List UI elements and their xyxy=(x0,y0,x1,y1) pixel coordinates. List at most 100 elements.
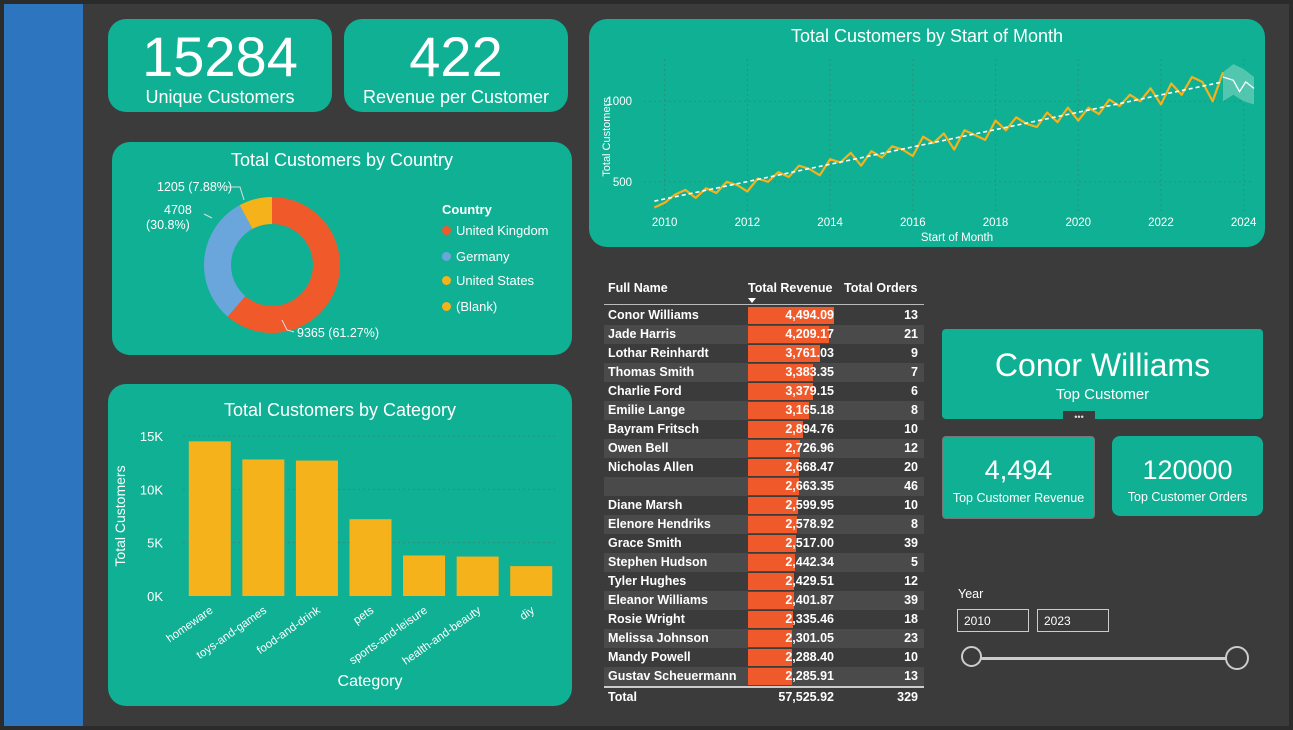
table-row[interactable]: Thomas Smith 3,383.35 7 xyxy=(604,363,924,382)
cell-total-orders: 23 xyxy=(904,631,918,645)
donut-label-uk: 9365 (61.27%) xyxy=(297,326,379,340)
more-options-button[interactable]: ••• xyxy=(1063,411,1095,424)
revenue-value: 2,335.46 xyxy=(785,612,834,626)
revenue-value: 3,761.03 xyxy=(785,346,834,360)
y-tick-label: 10K xyxy=(140,482,163,497)
table-row[interactable]: Emilie Lange 3,165.18 8 xyxy=(604,401,924,420)
table-row[interactable]: Elenore Hendriks 2,578.92 8 xyxy=(604,515,924,534)
slicer-to-input[interactable]: 2023 xyxy=(1037,609,1109,632)
y-tick-label: 15K xyxy=(140,429,163,444)
top-orders-card[interactable]: 120000 Top Customer Orders xyxy=(1112,436,1263,516)
slider-track[interactable] xyxy=(972,657,1238,660)
table-row[interactable]: Owen Bell 2,726.96 12 xyxy=(604,439,924,458)
legend-item-uk[interactable]: United Kingdom xyxy=(442,223,549,238)
legend-dot xyxy=(442,302,451,311)
table-row[interactable]: Tyler Hughes 2,429.51 12 xyxy=(604,572,924,591)
sort-desc-icon[interactable] xyxy=(748,298,756,303)
total-label: Total xyxy=(608,690,637,704)
bar-homeware[interactable] xyxy=(188,441,231,596)
month-chart-card[interactable]: Total Customers by Start of Month Total … xyxy=(589,19,1265,247)
cell-full-name: Owen Bell xyxy=(608,441,669,455)
revenue-value: 2,301.05 xyxy=(785,631,834,645)
slicer-from-input[interactable]: 2010 xyxy=(957,609,1029,632)
x-tick-label: diy xyxy=(518,604,537,622)
table-row[interactable]: Stephen Hudson 2,442.34 5 xyxy=(604,553,924,572)
table-row[interactable]: Lothar Reinhardt 3,761.03 9 xyxy=(604,344,924,363)
table-row[interactable]: Jade Harris 4,209.17 21 xyxy=(604,325,924,344)
cell-total-orders: 46 xyxy=(904,479,918,493)
bar-health-and-beauty[interactable] xyxy=(456,556,499,596)
slider-handle-start[interactable] xyxy=(961,646,982,667)
total-revenue: 57,525.92 xyxy=(748,689,834,706)
cell-full-name: Jade Harris xyxy=(608,327,677,341)
cell-total-orders: 18 xyxy=(904,612,918,626)
cell-full-name: Stephen Hudson xyxy=(608,555,708,569)
kpi-revenue-per-customer[interactable]: 422 Revenue per Customer xyxy=(344,19,568,112)
report-canvas: 15284 Unique Customers 422 Revenue per C… xyxy=(4,4,1289,726)
total-revenue-value: 57,525.92 xyxy=(778,690,834,704)
table-row[interactable]: Nicholas Allen 2,668.47 20 xyxy=(604,458,924,477)
top-customer-card[interactable]: Conor Williams Top Customer xyxy=(942,329,1263,419)
bar-diy[interactable] xyxy=(510,566,553,596)
x-axis-title: Category xyxy=(338,673,403,690)
cell-total-orders: 10 xyxy=(904,650,918,664)
bar-toys-and-games[interactable] xyxy=(242,459,285,596)
year-slicer[interactable]: Year 2010 2023 xyxy=(954,587,1254,677)
cell-total-orders: 10 xyxy=(904,498,918,512)
cell-total-orders: 8 xyxy=(911,517,918,531)
x-tick-label: 2012 xyxy=(735,217,761,229)
table-row[interactable]: Conor Williams 4,494.09 13 xyxy=(604,306,924,325)
country-chart-card[interactable]: Total Customers by Country 1205 (7.88%) … xyxy=(112,142,572,355)
table-row[interactable]: 2,663.35 46 xyxy=(604,477,924,496)
table-row[interactable]: Mandy Powell 2,288.40 10 xyxy=(604,648,924,667)
header-full-name[interactable]: Full Name xyxy=(608,281,668,295)
x-axis-title: Start of Month xyxy=(921,232,993,244)
legend-label: (Blank) xyxy=(456,299,498,314)
legend-item-us[interactable]: United States xyxy=(442,273,534,288)
cell-total-orders: 12 xyxy=(904,574,918,588)
cell-total-revenue: 3,761.03 xyxy=(748,345,834,362)
revenue-value: 2,517.00 xyxy=(785,536,834,550)
header-total-revenue[interactable]: Total Revenue xyxy=(748,281,833,295)
legend-dot xyxy=(442,276,451,285)
top-revenue-card[interactable]: 4,494 Top Customer Revenue xyxy=(942,436,1095,519)
revenue-value: 3,379.15 xyxy=(785,384,834,398)
bar-food-and-drink[interactable] xyxy=(295,460,338,596)
cell-full-name: Gustav Scheuermann xyxy=(608,669,737,683)
cell-total-orders: 9 xyxy=(911,346,918,360)
cell-total-revenue: 4,494.09 xyxy=(748,307,834,324)
slider-handle-end[interactable] xyxy=(1225,646,1249,670)
table-row[interactable]: Gustav Scheuermann 2,285.91 13 xyxy=(604,667,924,686)
table-row[interactable]: Eleanor Williams 2,401.87 39 xyxy=(604,591,924,610)
cell-full-name: Emilie Lange xyxy=(608,403,686,417)
series-line[interactable] xyxy=(653,71,1225,209)
header-total-orders[interactable]: Total Orders xyxy=(844,281,917,295)
table-row[interactable]: Rosie Wright 2,335.46 18 xyxy=(604,610,924,629)
revenue-value: 2,429.51 xyxy=(785,574,834,588)
category-chart-card[interactable]: Total Customers by Category Total Custom… xyxy=(108,384,572,706)
cell-full-name: Eleanor Williams xyxy=(608,593,708,607)
legend-item-blank[interactable]: (Blank) xyxy=(442,299,497,314)
table-row[interactable]: Melissa Johnson 2,301.05 23 xyxy=(604,629,924,648)
table-row[interactable]: Bayram Fritsch 2,894.76 10 xyxy=(604,420,924,439)
table-row[interactable]: Charlie Ford 3,379.15 6 xyxy=(604,382,924,401)
kpi-unique-customers[interactable]: 15284 Unique Customers xyxy=(108,19,332,112)
revenue-value: 2,442.34 xyxy=(785,555,834,569)
table-row[interactable]: Diane Marsh 2,599.95 10 xyxy=(604,496,924,515)
cell-total-orders: 10 xyxy=(904,422,918,436)
x-tick-label: 2020 xyxy=(1065,217,1091,229)
month-line-chart: Total Customers Start of Month 500 1000 20… xyxy=(601,59,1257,244)
sidebar xyxy=(4,4,83,726)
bar-sports-and-leisure[interactable] xyxy=(403,555,446,596)
revenue-value: 2,663.35 xyxy=(785,479,834,493)
cell-total-orders: 6 xyxy=(911,384,918,398)
legend-item-germany[interactable]: Germany xyxy=(442,249,509,264)
cell-full-name: Diane Marsh xyxy=(608,498,683,512)
cell-total-orders: 12 xyxy=(904,441,918,455)
bar-pets[interactable] xyxy=(349,519,392,596)
top-revenue-value: 4,494 xyxy=(984,455,1053,485)
cell-total-orders: 13 xyxy=(904,669,918,683)
revenue-value: 2,578.92 xyxy=(785,517,834,531)
revenue-value: 2,726.96 xyxy=(785,441,834,455)
table-row[interactable]: Grace Smith 2,517.00 39 xyxy=(604,534,924,553)
